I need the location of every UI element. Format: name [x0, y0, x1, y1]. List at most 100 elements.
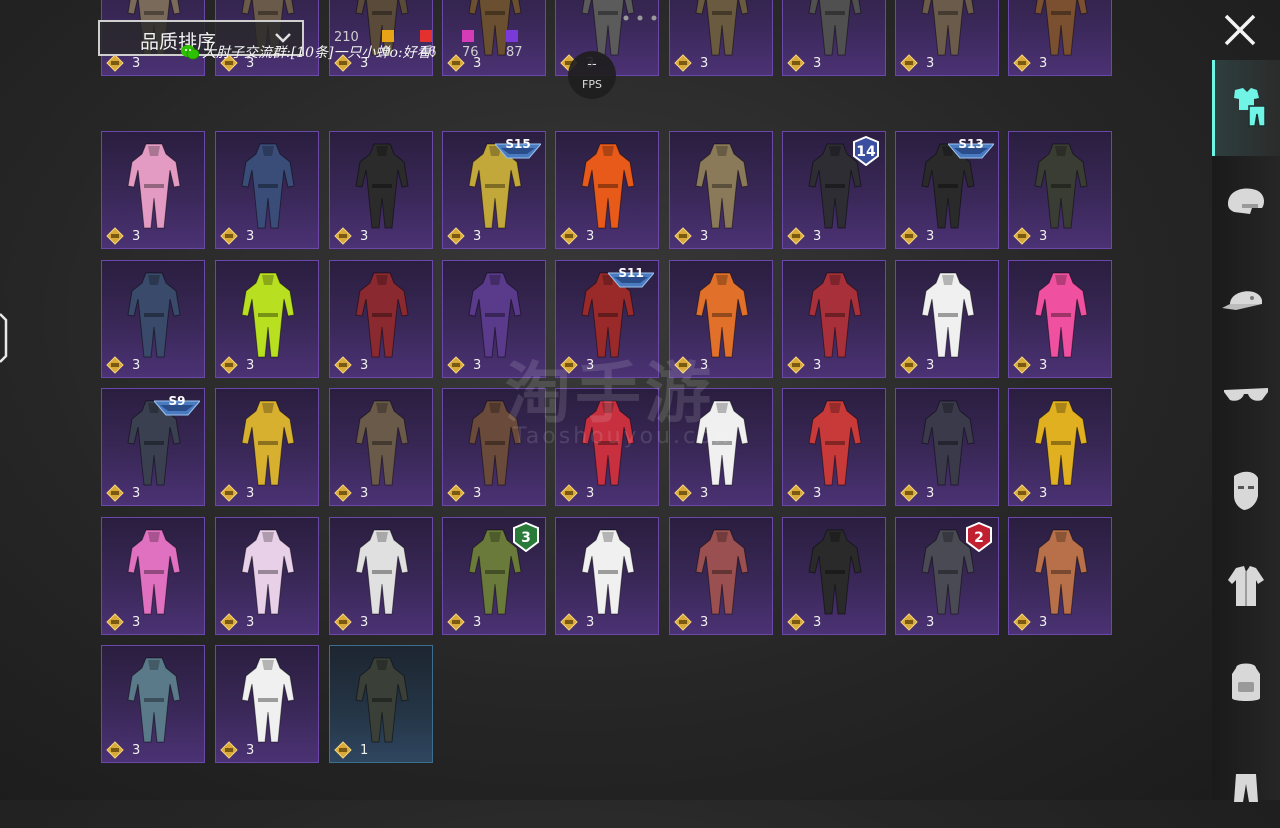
- outfit-card[interactable]: 3 S15: [442, 131, 546, 249]
- outfit-card[interactable]: 3: [215, 388, 319, 506]
- outfit-figure: [695, 529, 749, 615]
- category-backpack[interactable]: [1212, 636, 1280, 732]
- gold-diamond-icon: [1013, 227, 1031, 245]
- outfit-figure: [355, 272, 409, 358]
- season-badge: S9: [154, 394, 200, 416]
- outfit-card[interactable]: 1: [329, 645, 433, 763]
- fps-counter: -- FPS: [568, 51, 616, 99]
- category-cap[interactable]: [1212, 252, 1280, 348]
- item-count: 3: [926, 486, 935, 501]
- outfit-card[interactable]: 3: [782, 260, 886, 378]
- outfit-figure: [1034, 143, 1088, 229]
- item-count: 3: [132, 358, 141, 373]
- item-count: 3: [586, 229, 595, 244]
- gold-diamond-icon: [334, 613, 352, 631]
- outfit-card[interactable]: 3: [1008, 260, 1112, 378]
- outfit-card[interactable]: 3: [215, 645, 319, 763]
- tier-number: 3: [521, 530, 531, 546]
- category-pants[interactable]: [1212, 732, 1280, 828]
- category-helmet[interactable]: [1212, 156, 1280, 252]
- gold-diamond-icon: [674, 227, 692, 245]
- category-jacket[interactable]: [1212, 540, 1280, 636]
- outfit-card[interactable]: 3: [329, 260, 433, 378]
- gold-diamond-icon: [334, 484, 352, 502]
- more-dots-icon[interactable]: [622, 14, 662, 22]
- item-count: 3: [1039, 358, 1048, 373]
- watermark: 淘手游 Taoshouyou.com: [505, 340, 775, 460]
- outfit-card[interactable]: 3: [215, 517, 319, 635]
- outfit-card[interactable]: 3: [782, 517, 886, 635]
- outfit-figure: [127, 657, 181, 743]
- outfit-figure: [808, 529, 862, 615]
- outfit-figure: [1034, 529, 1088, 615]
- outfit-figure: [355, 529, 409, 615]
- outfit-card[interactable]: 3: [215, 131, 319, 249]
- gold-diamond-icon: [220, 356, 238, 374]
- item-count: 3: [926, 615, 935, 630]
- item-count: 3: [700, 229, 709, 244]
- item-count: 3: [926, 229, 935, 244]
- outfit-figure: [241, 657, 295, 743]
- item-count: 3: [1039, 615, 1048, 630]
- item-count: 3: [360, 615, 369, 630]
- outfit-card[interactable]: 3 14: [782, 131, 886, 249]
- side-handle-icon[interactable]: [0, 312, 8, 364]
- outfit-card[interactable]: 3: [1008, 517, 1112, 635]
- item-count: 3: [132, 486, 141, 501]
- gold-diamond-icon: [787, 227, 805, 245]
- item-count: 3: [360, 358, 369, 373]
- outfit-card[interactable]: 3 S13: [895, 131, 999, 249]
- outfit-card[interactable]: 3: [101, 517, 205, 635]
- item-count: 3: [700, 615, 709, 630]
- outfit-figure: [241, 143, 295, 229]
- jacket-icon: [1228, 566, 1264, 606]
- item-count: 3: [473, 615, 482, 630]
- gold-diamond-icon: [900, 484, 918, 502]
- outfit-card[interactable]: 3: [1008, 388, 1112, 506]
- outfit-card[interactable]: 3: [555, 517, 659, 635]
- gold-diamond-icon: [220, 484, 238, 502]
- outfit-card[interactable]: 3 S9: [101, 388, 205, 506]
- item-count: 1: [360, 743, 369, 758]
- gold-diamond-icon: [787, 356, 805, 374]
- outfit-card[interactable]: 3: [101, 260, 205, 378]
- season-label: S15: [505, 137, 530, 151]
- close-icon[interactable]: [1222, 12, 1258, 48]
- quality-swatch: [382, 30, 394, 42]
- category-glasses[interactable]: [1212, 348, 1280, 444]
- gold-diamond-icon: [447, 227, 465, 245]
- glasses-icon: [1224, 388, 1268, 401]
- category-mask[interactable]: [1212, 444, 1280, 540]
- outfit-card[interactable]: 3: [895, 388, 999, 506]
- gold-diamond-icon: [447, 484, 465, 502]
- outfit-card[interactable]: 3: [669, 131, 773, 249]
- outfit-card[interactable]: 33: [442, 517, 546, 635]
- outfit-figure: [241, 400, 295, 486]
- outfit-card[interactable]: 3: [1008, 131, 1112, 249]
- outfit-card[interactable]: 3: [329, 388, 433, 506]
- outfit-card[interactable]: 3: [669, 517, 773, 635]
- gold-diamond-icon: [560, 484, 578, 502]
- outfit-card[interactable]: 3: [101, 645, 205, 763]
- outfit-card[interactable]: 3: [555, 131, 659, 249]
- item-count: 3: [246, 358, 255, 373]
- chat-notice: 大肘子交流群:[10条]一只小蝉o:好看!: [202, 45, 437, 61]
- outfit-card[interactable]: 3: [895, 260, 999, 378]
- season-badge: S11: [608, 266, 654, 288]
- outfit-figure: [808, 272, 862, 358]
- gold-diamond-icon: [447, 356, 465, 374]
- outfit-card[interactable]: 3: [782, 388, 886, 506]
- season-badge: S15: [495, 137, 541, 159]
- outfit-card[interactable]: 3: [329, 131, 433, 249]
- item-count: 3: [473, 358, 482, 373]
- gold-diamond-icon: [106, 356, 124, 374]
- gold-diamond-icon: [1013, 356, 1031, 374]
- outfit-card[interactable]: 3: [329, 517, 433, 635]
- outfit-card[interactable]: 32: [895, 517, 999, 635]
- gold-diamond-icon: [787, 484, 805, 502]
- outfit-card[interactable]: 3: [215, 260, 319, 378]
- category-outfit[interactable]: [1212, 60, 1280, 156]
- item-count: 3: [246, 743, 255, 758]
- outfit-card[interactable]: 3: [101, 131, 205, 249]
- quality-count-purple: 87: [506, 30, 523, 60]
